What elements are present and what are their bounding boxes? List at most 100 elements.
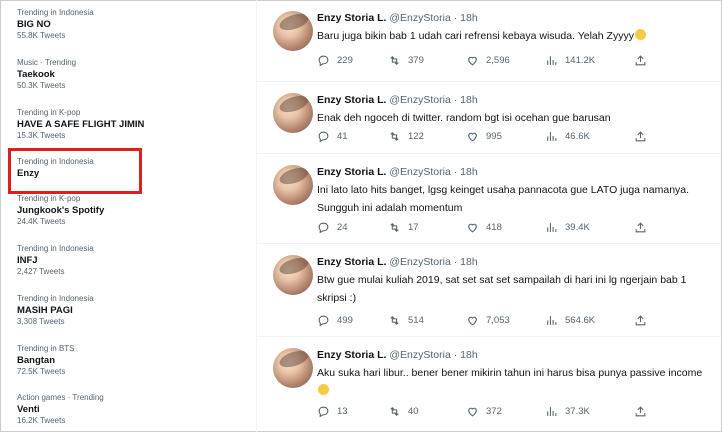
trend-context: Trending in Indonesia: [17, 294, 94, 303]
timestamp[interactable]: 18h: [460, 12, 478, 24]
like-button[interactable]: 7,053: [466, 314, 510, 327]
trend-count: 55.8K Tweets: [17, 31, 66, 40]
tweet[interactable]: Enzy Storia L. @EnzyStoria · 18h Btw gue…: [257, 244, 722, 337]
tweet-header: Enzy Storia L. @EnzyStoria · 18h: [317, 256, 478, 268]
reply-count: 13: [337, 406, 348, 417]
retweet-button[interactable]: 122: [388, 130, 424, 143]
views-button[interactable]: 564.6K: [545, 314, 595, 327]
reply-button[interactable]: 499: [317, 314, 353, 327]
handle[interactable]: @EnzyStoria: [389, 166, 450, 178]
retweet-button[interactable]: 17: [388, 221, 419, 234]
display-name[interactable]: Enzy Storia L.: [317, 12, 386, 24]
share-button[interactable]: [634, 314, 654, 327]
share-icon: [635, 406, 646, 417]
highlight-box: [8, 148, 142, 194]
timestamp[interactable]: 18h: [460, 94, 478, 106]
display-name[interactable]: Enzy Storia L.: [317, 166, 386, 178]
trend-item[interactable]: Trending in Indonesia MASIH PAGI 3,308 T…: [17, 294, 227, 327]
retweet-icon: [390, 222, 399, 233]
trend-count: 16.2K Tweets: [17, 416, 66, 425]
trend-context: Trending in K-pop: [17, 194, 81, 203]
handle[interactable]: @EnzyStoria: [389, 94, 450, 106]
retweet-count: 40: [408, 406, 419, 417]
trend-name: Taekook: [17, 69, 55, 80]
trend-count: 50.3K Tweets: [17, 81, 66, 90]
reply-icon: [318, 406, 329, 418]
display-name[interactable]: Enzy Storia L.: [317, 94, 386, 106]
like-button[interactable]: 995: [466, 130, 502, 143]
handle[interactable]: @EnzyStoria: [389, 12, 450, 24]
avatar[interactable]: [273, 348, 313, 388]
trend-name: BIG NO: [17, 19, 51, 30]
display-name[interactable]: Enzy Storia L.: [317, 256, 386, 268]
heart-icon: [468, 132, 477, 142]
trend-name: MASIH PAGI: [17, 305, 73, 316]
trend-context: Music · Trending: [17, 58, 77, 67]
like-button[interactable]: 372: [466, 405, 502, 418]
tweet[interactable]: Enzy Storia L. @EnzyStoria · 18h Baru ju…: [257, 0, 722, 82]
avatar[interactable]: [273, 165, 313, 205]
tweet-text: Enak deh ngoceh di twitter. random bgt i…: [317, 112, 611, 124]
handle[interactable]: @EnzyStoria: [389, 256, 450, 268]
trend-item[interactable]: Music · Trending Taekook 50.3K Tweets: [17, 58, 227, 91]
timestamp[interactable]: 18h: [460, 166, 478, 178]
tweet-text-body: Aku suka hari libur.. bener bener mikiri…: [317, 367, 703, 379]
separator-dot: ·: [453, 256, 458, 268]
reply-button[interactable]: 41: [317, 130, 348, 143]
reply-count: 229: [337, 55, 353, 66]
trend-item[interactable]: Trending in BTS Bangtan 72.5K Tweets: [17, 344, 227, 377]
reply-button[interactable]: 229: [317, 54, 353, 67]
separator-dot: ·: [453, 166, 458, 178]
like-count: 372: [486, 406, 502, 417]
retweet-icon: [390, 55, 399, 66]
trend-count: 15.3K Tweets: [17, 131, 66, 140]
retweet-button[interactable]: 40: [388, 405, 419, 418]
trend-item[interactable]: Action games · Trending Venti 16.2K Twee…: [17, 393, 227, 426]
share-button[interactable]: [634, 221, 654, 234]
trend-item[interactable]: Trending in Indonesia BIG NO 55.8K Tweet…: [17, 8, 227, 41]
avatar[interactable]: [273, 93, 313, 133]
views-button[interactable]: 39.4K: [545, 221, 590, 234]
handle[interactable]: @EnzyStoria: [389, 349, 450, 361]
trend-item[interactable]: Trending in K-pop HAVE A SAFE FLIGHT JIM…: [17, 108, 227, 141]
like-button[interactable]: 418: [466, 221, 502, 234]
retweet-icon: [390, 131, 399, 142]
timestamp[interactable]: 18h: [460, 349, 478, 361]
tweet-text-body: Baru juga bikin bab 1 udah cari refrensi…: [317, 30, 634, 42]
trend-item[interactable]: Trending in K-pop Jungkook's Spotify 24.…: [17, 194, 227, 227]
tweet[interactable]: Enzy Storia L. @EnzyStoria · 18h Enak de…: [257, 82, 722, 154]
reply-button[interactable]: 13: [317, 405, 348, 418]
trend-context: Action games · Trending: [17, 393, 104, 402]
avatar[interactable]: [273, 11, 313, 51]
retweet-count: 122: [408, 131, 424, 142]
views-button[interactable]: 46.6K: [545, 130, 590, 143]
trend-count: 72.5K Tweets: [17, 367, 66, 376]
trend-item[interactable]: Trending in Indonesia INFJ 2,427 Tweets: [17, 244, 227, 277]
tweet[interactable]: Enzy Storia L. @EnzyStoria · 18h Ini lat…: [257, 154, 722, 244]
reply-button[interactable]: 24: [317, 221, 348, 234]
tweet[interactable]: Enzy Storia L. @EnzyStoria · 18h Aku suk…: [257, 337, 722, 432]
reply-icon: [318, 315, 329, 327]
like-count: 418: [486, 222, 502, 233]
retweet-button[interactable]: 514: [388, 314, 424, 327]
separator-dot: ·: [453, 349, 458, 361]
display-name[interactable]: Enzy Storia L.: [317, 349, 386, 361]
share-button[interactable]: [634, 130, 654, 143]
separator-dot: ·: [453, 94, 458, 106]
tweet-actions: 499 514 7,053 564.6K: [317, 314, 647, 328]
share-button[interactable]: [634, 54, 654, 67]
like-button[interactable]: 2,596: [466, 54, 510, 67]
avatar[interactable]: [273, 255, 313, 295]
retweet-button[interactable]: 379: [388, 54, 424, 67]
reply-icon: [318, 55, 329, 67]
trend-name: HAVE A SAFE FLIGHT JIMIN: [17, 119, 145, 130]
heart-icon: [468, 223, 477, 233]
tweet-actions: 13 40 372 37.3K: [317, 405, 647, 419]
timestamp[interactable]: 18h: [460, 256, 478, 268]
tweet-header: Enzy Storia L. @EnzyStoria · 18h: [317, 349, 478, 361]
views-button[interactable]: 141.2K: [545, 54, 595, 67]
share-button[interactable]: [634, 405, 654, 418]
views-button[interactable]: 37.3K: [545, 405, 590, 418]
rofl-emoji-icon: [634, 29, 646, 40]
retweet-count: 379: [408, 55, 424, 66]
